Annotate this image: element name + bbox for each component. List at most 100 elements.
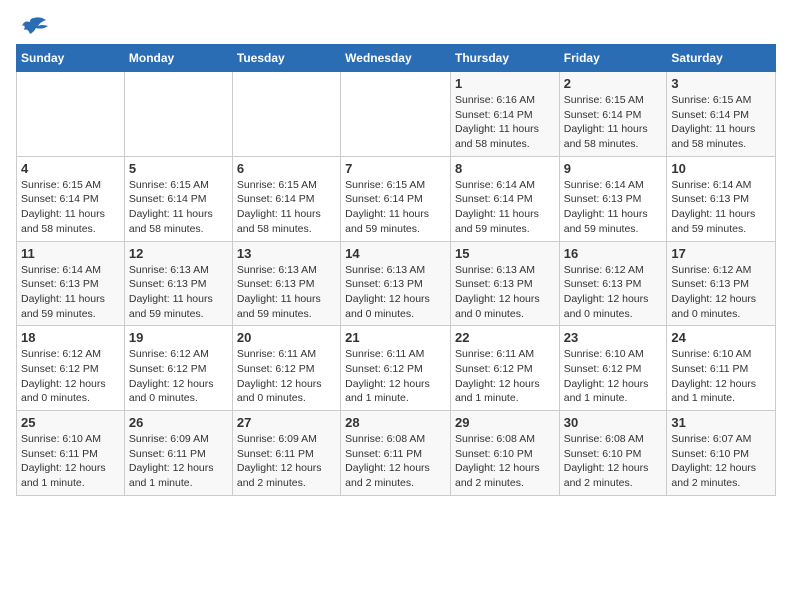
day-number: 30 [564, 415, 663, 430]
day-cell: 17 Sunrise: 6:12 AMSunset: 6:13 PMDayligh… [667, 241, 776, 326]
day-cell: 18 Sunrise: 6:12 AMSunset: 6:12 PMDayligh… [17, 326, 125, 411]
day-detail: Sunrise: 6:07 AMSunset: 6:10 PMDaylight:… [671, 433, 756, 489]
day-detail: Sunrise: 6:15 AMSunset: 6:14 PMDaylight:… [129, 179, 213, 235]
day-cell: 9 Sunrise: 6:14 AMSunset: 6:13 PMDaylight… [559, 156, 667, 241]
week-row-1: 1Sunrise: 6:16 AMSunset: 6:14 PMDaylight… [17, 72, 776, 157]
day-cell: 25 Sunrise: 6:10 AMSunset: 6:11 PMDayligh… [17, 411, 125, 496]
day-detail: Sunrise: 6:08 AMSunset: 6:11 PMDaylight:… [345, 433, 430, 489]
calendar-table: SundayMondayTuesdayWednesdayThursdayFrid… [16, 44, 776, 496]
week-row-2: 4 Sunrise: 6:15 AMSunset: 6:14 PMDaylight… [17, 156, 776, 241]
day-number: 12 [129, 246, 228, 261]
day-number: 21 [345, 330, 446, 345]
calendar-header-row: SundayMondayTuesdayWednesdayThursdayFrid… [17, 45, 776, 72]
day-number: 10 [671, 161, 771, 176]
day-detail: Sunrise: 6:12 AMSunset: 6:12 PMDaylight:… [21, 348, 106, 404]
day-number: 24 [671, 330, 771, 345]
day-number: 13 [237, 246, 336, 261]
day-detail: Sunrise: 6:13 AMSunset: 6:13 PMDaylight:… [129, 264, 213, 320]
day-detail: Sunrise: 6:13 AMSunset: 6:13 PMDaylight:… [345, 264, 430, 320]
day-cell: 30 Sunrise: 6:08 AMSunset: 6:10 PMDayligh… [559, 411, 667, 496]
day-number: 4 [21, 161, 120, 176]
day-cell: 4 Sunrise: 6:15 AMSunset: 6:14 PMDaylight… [17, 156, 125, 241]
day-number: 19 [129, 330, 228, 345]
day-cell: 26 Sunrise: 6:09 AMSunset: 6:11 PMDayligh… [124, 411, 232, 496]
day-cell: 11 Sunrise: 6:14 AMSunset: 6:13 PMDayligh… [17, 241, 125, 326]
logo [16, 16, 48, 36]
header-saturday: Saturday [667, 45, 776, 72]
day-detail: Sunrise: 6:13 AMSunset: 6:13 PMDaylight:… [237, 264, 321, 320]
day-detail: Sunrise: 6:14 AMSunset: 6:14 PMDaylight:… [455, 179, 539, 235]
day-detail: Sunrise: 6:12 AMSunset: 6:12 PMDaylight:… [129, 348, 214, 404]
day-detail: Sunrise: 6:09 AMSunset: 6:11 PMDaylight:… [237, 433, 322, 489]
header [16, 16, 776, 36]
day-number: 17 [671, 246, 771, 261]
day-number: 9 [564, 161, 663, 176]
day-number: 23 [564, 330, 663, 345]
day-cell: 13 Sunrise: 6:13 AMSunset: 6:13 PMDayligh… [232, 241, 340, 326]
day-number: 18 [21, 330, 120, 345]
day-cell [124, 72, 232, 157]
day-detail: Sunrise: 6:15 AMSunset: 6:14 PMDaylight:… [21, 179, 105, 235]
day-detail: Sunrise: 6:15 AMSunset: 6:14 PMDaylight:… [671, 94, 755, 150]
day-detail: Sunrise: 6:15 AMSunset: 6:14 PMDaylight:… [345, 179, 429, 235]
week-row-3: 11 Sunrise: 6:14 AMSunset: 6:13 PMDayligh… [17, 241, 776, 326]
day-detail: Sunrise: 6:13 AMSunset: 6:13 PMDaylight:… [455, 264, 540, 320]
day-number: 7 [345, 161, 446, 176]
day-number: 22 [455, 330, 555, 345]
day-cell: 10 Sunrise: 6:14 AMSunset: 6:13 PMDayligh… [667, 156, 776, 241]
day-detail: Sunrise: 6:14 AMSunset: 6:13 PMDaylight:… [564, 179, 648, 235]
day-number: 11 [21, 246, 120, 261]
week-row-4: 18 Sunrise: 6:12 AMSunset: 6:12 PMDayligh… [17, 326, 776, 411]
day-cell: 23Sunrise: 6:10 AMSunset: 6:12 PMDayligh… [559, 326, 667, 411]
day-detail: Sunrise: 6:10 AMSunset: 6:11 PMDaylight:… [671, 348, 756, 404]
header-tuesday: Tuesday [232, 45, 340, 72]
header-wednesday: Wednesday [341, 45, 451, 72]
day-cell: 6 Sunrise: 6:15 AMSunset: 6:14 PMDaylight… [232, 156, 340, 241]
day-cell: 29 Sunrise: 6:08 AMSunset: 6:10 PMDayligh… [450, 411, 559, 496]
day-detail: Sunrise: 6:09 AMSunset: 6:11 PMDaylight:… [129, 433, 214, 489]
day-number: 27 [237, 415, 336, 430]
day-detail: Sunrise: 6:14 AMSunset: 6:13 PMDaylight:… [671, 179, 755, 235]
day-cell: 7 Sunrise: 6:15 AMSunset: 6:14 PMDaylight… [341, 156, 451, 241]
day-number: 14 [345, 246, 446, 261]
day-number: 31 [671, 415, 771, 430]
day-cell: 3 Sunrise: 6:15 AMSunset: 6:14 PMDaylight… [667, 72, 776, 157]
day-detail: Sunrise: 6:08 AMSunset: 6:10 PMDaylight:… [455, 433, 540, 489]
day-number: 3 [671, 76, 771, 91]
header-sunday: Sunday [17, 45, 125, 72]
day-cell: 8 Sunrise: 6:14 AMSunset: 6:14 PMDaylight… [450, 156, 559, 241]
day-cell: 5 Sunrise: 6:15 AMSunset: 6:14 PMDaylight… [124, 156, 232, 241]
day-detail: Sunrise: 6:12 AMSunset: 6:13 PMDaylight:… [671, 264, 756, 320]
day-cell: 2Sunrise: 6:15 AMSunset: 6:14 PMDaylight… [559, 72, 667, 157]
logo-bird-icon [20, 16, 48, 36]
day-number: 20 [237, 330, 336, 345]
day-detail: Sunrise: 6:11 AMSunset: 6:12 PMDaylight:… [455, 348, 540, 404]
day-detail: Sunrise: 6:15 AMSunset: 6:14 PMDaylight:… [564, 94, 648, 150]
day-cell: 1Sunrise: 6:16 AMSunset: 6:14 PMDaylight… [450, 72, 559, 157]
day-number: 6 [237, 161, 336, 176]
day-cell: 15 Sunrise: 6:13 AMSunset: 6:13 PMDayligh… [450, 241, 559, 326]
day-number: 25 [21, 415, 120, 430]
day-cell: 27 Sunrise: 6:09 AMSunset: 6:11 PMDayligh… [232, 411, 340, 496]
day-cell: 31 Sunrise: 6:07 AMSunset: 6:10 PMDayligh… [667, 411, 776, 496]
day-cell: 14 Sunrise: 6:13 AMSunset: 6:13 PMDayligh… [341, 241, 451, 326]
day-cell: 20 Sunrise: 6:11 AMSunset: 6:12 PMDayligh… [232, 326, 340, 411]
day-number: 8 [455, 161, 555, 176]
day-detail: Sunrise: 6:10 AMSunset: 6:11 PMDaylight:… [21, 433, 106, 489]
day-cell: 24 Sunrise: 6:10 AMSunset: 6:11 PMDayligh… [667, 326, 776, 411]
day-number: 16 [564, 246, 663, 261]
day-number: 15 [455, 246, 555, 261]
day-cell [17, 72, 125, 157]
day-detail: Sunrise: 6:15 AMSunset: 6:14 PMDaylight:… [237, 179, 321, 235]
day-cell [341, 72, 451, 157]
day-detail: Sunrise: 6:14 AMSunset: 6:13 PMDaylight:… [21, 264, 105, 320]
day-detail: Sunrise: 6:11 AMSunset: 6:12 PMDaylight:… [237, 348, 322, 404]
day-cell: 22 Sunrise: 6:11 AMSunset: 6:12 PMDayligh… [450, 326, 559, 411]
day-detail: Sunrise: 6:11 AMSunset: 6:12 PMDaylight:… [345, 348, 430, 404]
day-detail: Sunrise: 6:08 AMSunset: 6:10 PMDaylight:… [564, 433, 649, 489]
header-friday: Friday [559, 45, 667, 72]
day-number: 26 [129, 415, 228, 430]
day-number: 29 [455, 415, 555, 430]
day-cell: 21 Sunrise: 6:11 AMSunset: 6:12 PMDayligh… [341, 326, 451, 411]
day-number: 5 [129, 161, 228, 176]
